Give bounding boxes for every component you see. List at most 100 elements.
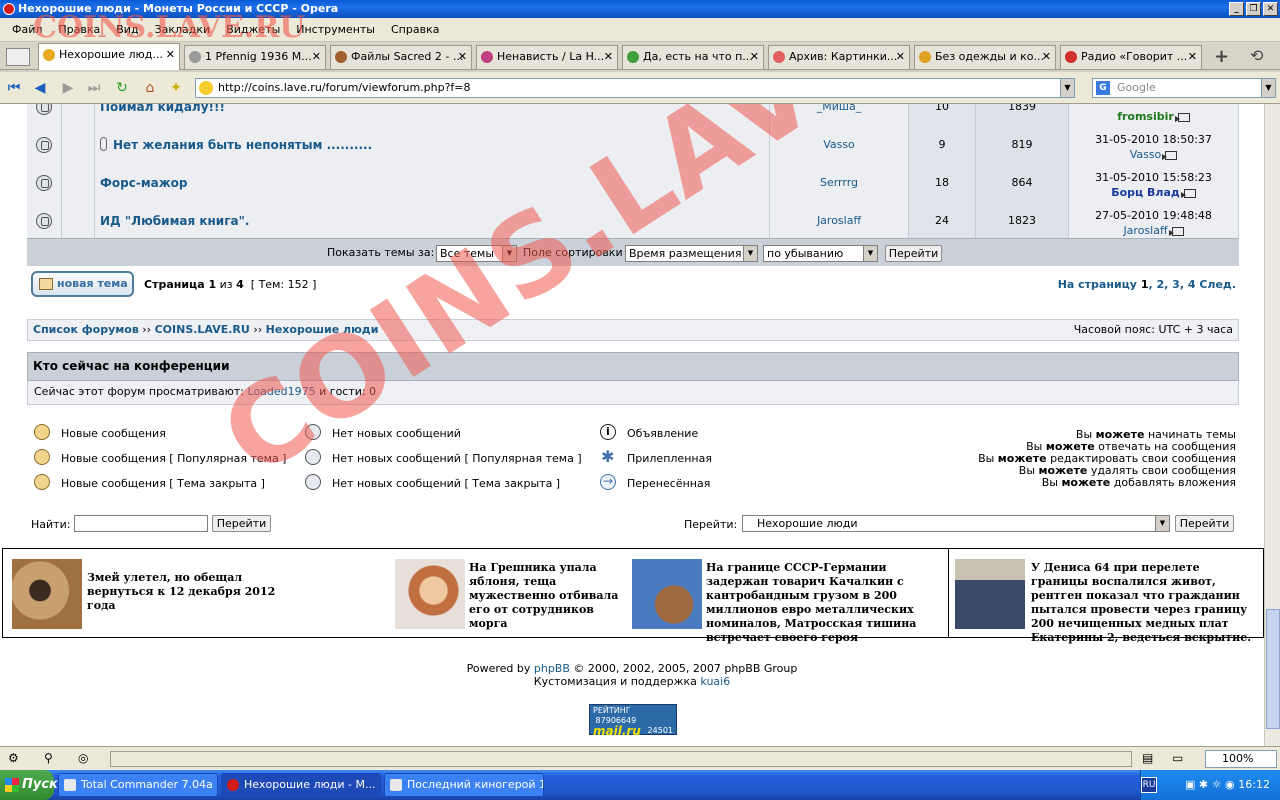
tab-close-icon[interactable]: ✕ <box>604 46 613 68</box>
view-icon[interactable]: ▭ <box>1172 751 1183 765</box>
vertical-scrollbar[interactable] <box>1264 104 1280 746</box>
menu-bookmarks[interactable]: Закладки <box>147 23 219 36</box>
ad-text[interactable]: Змей улетел, но обещал вернуться к 12 де… <box>87 571 287 613</box>
breadcrumb-current[interactable]: Нехорошие люди <box>266 323 379 336</box>
topic-title[interactable]: Поймал кидалу!!! <box>95 104 770 126</box>
ad-image[interactable] <box>12 559 82 629</box>
topic-author[interactable]: Vasso <box>770 126 909 164</box>
page-link-2[interactable]: 2 <box>1157 278 1165 291</box>
tab-close-icon[interactable]: ✕ <box>750 46 759 68</box>
restore-button[interactable]: ❐ <box>1246 2 1261 16</box>
online-user-link[interactable]: Loaded1975 <box>248 385 316 398</box>
tab-5[interactable]: Да, есть на что п... ✕ <box>622 45 764 69</box>
rating-counter[interactable]: РЕЙТИНГ 87906649 mail.ru 24501 1464 <box>589 704 677 743</box>
home-icon[interactable]: ⌂ <box>142 80 158 96</box>
breadcrumb-forums[interactable]: Список форумов <box>33 323 139 336</box>
menu-file[interactable]: Файл <box>4 23 50 36</box>
start-button[interactable]: Пуск <box>0 770 58 800</box>
topic-title[interactable]: Нет желания быть непонятым .......... <box>113 138 372 152</box>
tab-close-icon[interactable]: ✕ <box>1042 46 1051 68</box>
goto-last-post-icon[interactable] <box>1168 226 1184 236</box>
topic-author[interactable]: Serrrrg <box>770 164 909 202</box>
page-link-3[interactable]: 3 <box>1172 278 1180 291</box>
close-window-button[interactable]: ✕ <box>1263 2 1278 16</box>
ad-text[interactable]: На Грешника упала яблоня, теща мужествен… <box>469 561 627 631</box>
fast-forward-icon[interactable]: ⏭ <box>86 80 102 96</box>
task-total-commander[interactable]: Total Commander 7.04a ... <box>58 773 218 797</box>
last-post-user[interactable]: Vasso <box>1130 148 1162 161</box>
new-tab-icon[interactable]: + <box>1214 46 1229 67</box>
last-post-user[interactable]: Jaroslaff <box>1123 224 1167 237</box>
page-next-link[interactable]: След. <box>1199 278 1236 291</box>
panel-toggle-icon[interactable] <box>6 48 30 66</box>
topic-title[interactable]: ИД "Любимая книга". <box>95 202 770 240</box>
sort-field-select[interactable]: Время размещения ▼ <box>625 245 758 262</box>
scroll-thumb[interactable] <box>1266 609 1280 729</box>
tools-icon[interactable]: ⚙ <box>8 751 19 765</box>
ad-image[interactable] <box>632 559 702 629</box>
tab-6[interactable]: Архив: Картинки... ✕ <box>768 45 910 69</box>
menu-edit[interactable]: Правка <box>50 23 108 36</box>
tab-4[interactable]: Ненависть / La H... ✕ <box>476 45 618 69</box>
tab-3[interactable]: Файлы Sacred 2 - ... ✕ <box>330 45 472 69</box>
chevron-down-icon[interactable]: ▼ <box>1060 79 1074 97</box>
breadcrumb-site[interactable]: COINS.LAVE.RU <box>155 323 250 336</box>
ad-item[interactable]: У Дениса 64 при перелете границы воспали… <box>948 549 1263 644</box>
rewind-icon[interactable]: ⏮ <box>6 80 22 96</box>
tab-1[interactable]: Нехорошие люд... ✕ <box>38 43 180 70</box>
menu-tools[interactable]: Инструменты <box>288 23 383 36</box>
network-icon[interactable]: ⚲ <box>44 751 53 765</box>
menu-help[interactable]: Справка <box>383 23 447 36</box>
wand-icon[interactable]: ✦ <box>168 80 184 96</box>
menu-widgets[interactable]: Виджеты <box>218 23 288 36</box>
tab-close-icon[interactable]: ✕ <box>896 46 905 68</box>
ad-image[interactable] <box>395 559 465 629</box>
task-opera[interactable]: Нехорошие люди - М... <box>221 773 381 797</box>
ad-item[interactable]: На границе СССР-Германии задержан товари… <box>630 549 948 644</box>
menu-view[interactable]: Вид <box>108 23 146 36</box>
tab-close-icon[interactable]: ✕ <box>458 46 467 68</box>
search-go-button[interactable]: Перейти <box>212 515 271 532</box>
show-topics-select[interactable]: Все темы ▼ <box>436 245 517 262</box>
tab-8[interactable]: Радио «Говорит ... ✕ <box>1060 45 1202 69</box>
forward-icon[interactable]: ▶ <box>60 80 76 96</box>
back-icon[interactable]: ◀ <box>32 80 48 96</box>
tray-icons[interactable]: ▣ ✱ ☼ ◉ <box>1185 770 1235 800</box>
ad-text[interactable]: На границе СССР-Германии задержан товари… <box>706 561 942 645</box>
last-post-user[interactable]: Борц Влад <box>1111 186 1180 199</box>
goto-last-post-icon[interactable] <box>1162 150 1178 160</box>
kuai6-link[interactable]: kuai6 <box>700 675 730 688</box>
forum-search-input[interactable] <box>74 515 208 532</box>
goto-last-post-icon[interactable] <box>1174 112 1190 122</box>
search-input[interactable]: G Google ▼ <box>1092 78 1276 98</box>
ad-image[interactable] <box>955 559 1025 629</box>
sort-go-button[interactable]: Перейти <box>885 245 942 262</box>
ad-text[interactable]: У Дениса 64 при перелете границы воспали… <box>1031 561 1259 645</box>
address-input[interactable]: http://coins.lave.ru/forum/viewforum.php… <box>195 78 1075 98</box>
tab-close-icon[interactable]: ✕ <box>1188 46 1197 68</box>
new-topic-button[interactable]: новая тема <box>31 271 134 297</box>
tab-7[interactable]: Без одежды и ко... ✕ <box>914 45 1056 69</box>
tab-2[interactable]: 1 Pfennig 1936 M... ✕ <box>184 45 326 69</box>
topic-title[interactable]: Форс-мажор <box>95 164 770 202</box>
page-link-4[interactable]: 4 <box>1188 278 1196 291</box>
topic-author[interactable]: Jaroslaff <box>770 202 909 240</box>
chevron-down-icon[interactable]: ▼ <box>1261 79 1275 97</box>
unite-icon[interactable]: ◎ <box>78 751 88 765</box>
zoom-select[interactable]: 100% <box>1205 750 1277 768</box>
jump-select[interactable]: Нехорошие люди ▼ <box>742 515 1170 532</box>
last-post-user[interactable]: fromsibir <box>1117 110 1174 123</box>
reload-icon[interactable]: ↻ <box>114 80 130 96</box>
jump-go-button[interactable]: Перейти <box>1175 515 1234 532</box>
tab-close-icon[interactable]: ✕ <box>166 44 175 66</box>
phpbb-link[interactable]: phpBB <box>534 662 570 675</box>
sort-order-select[interactable]: по убыванию ▼ <box>763 245 878 262</box>
panel-icon[interactable]: ▤ <box>1142 751 1153 765</box>
language-indicator[interactable]: RU <box>1141 777 1157 793</box>
topic-author[interactable]: _Миша_ <box>770 104 909 126</box>
minimize-button[interactable]: _ <box>1229 2 1244 16</box>
trash-icon[interactable]: ⟲ <box>1250 46 1263 65</box>
ad-item[interactable]: Змей улетел, но обещал вернуться к 12 де… <box>3 549 393 637</box>
goto-last-post-icon[interactable] <box>1180 188 1196 198</box>
ad-item[interactable]: На Грешника упала яблоня, теща мужествен… <box>393 549 630 637</box>
